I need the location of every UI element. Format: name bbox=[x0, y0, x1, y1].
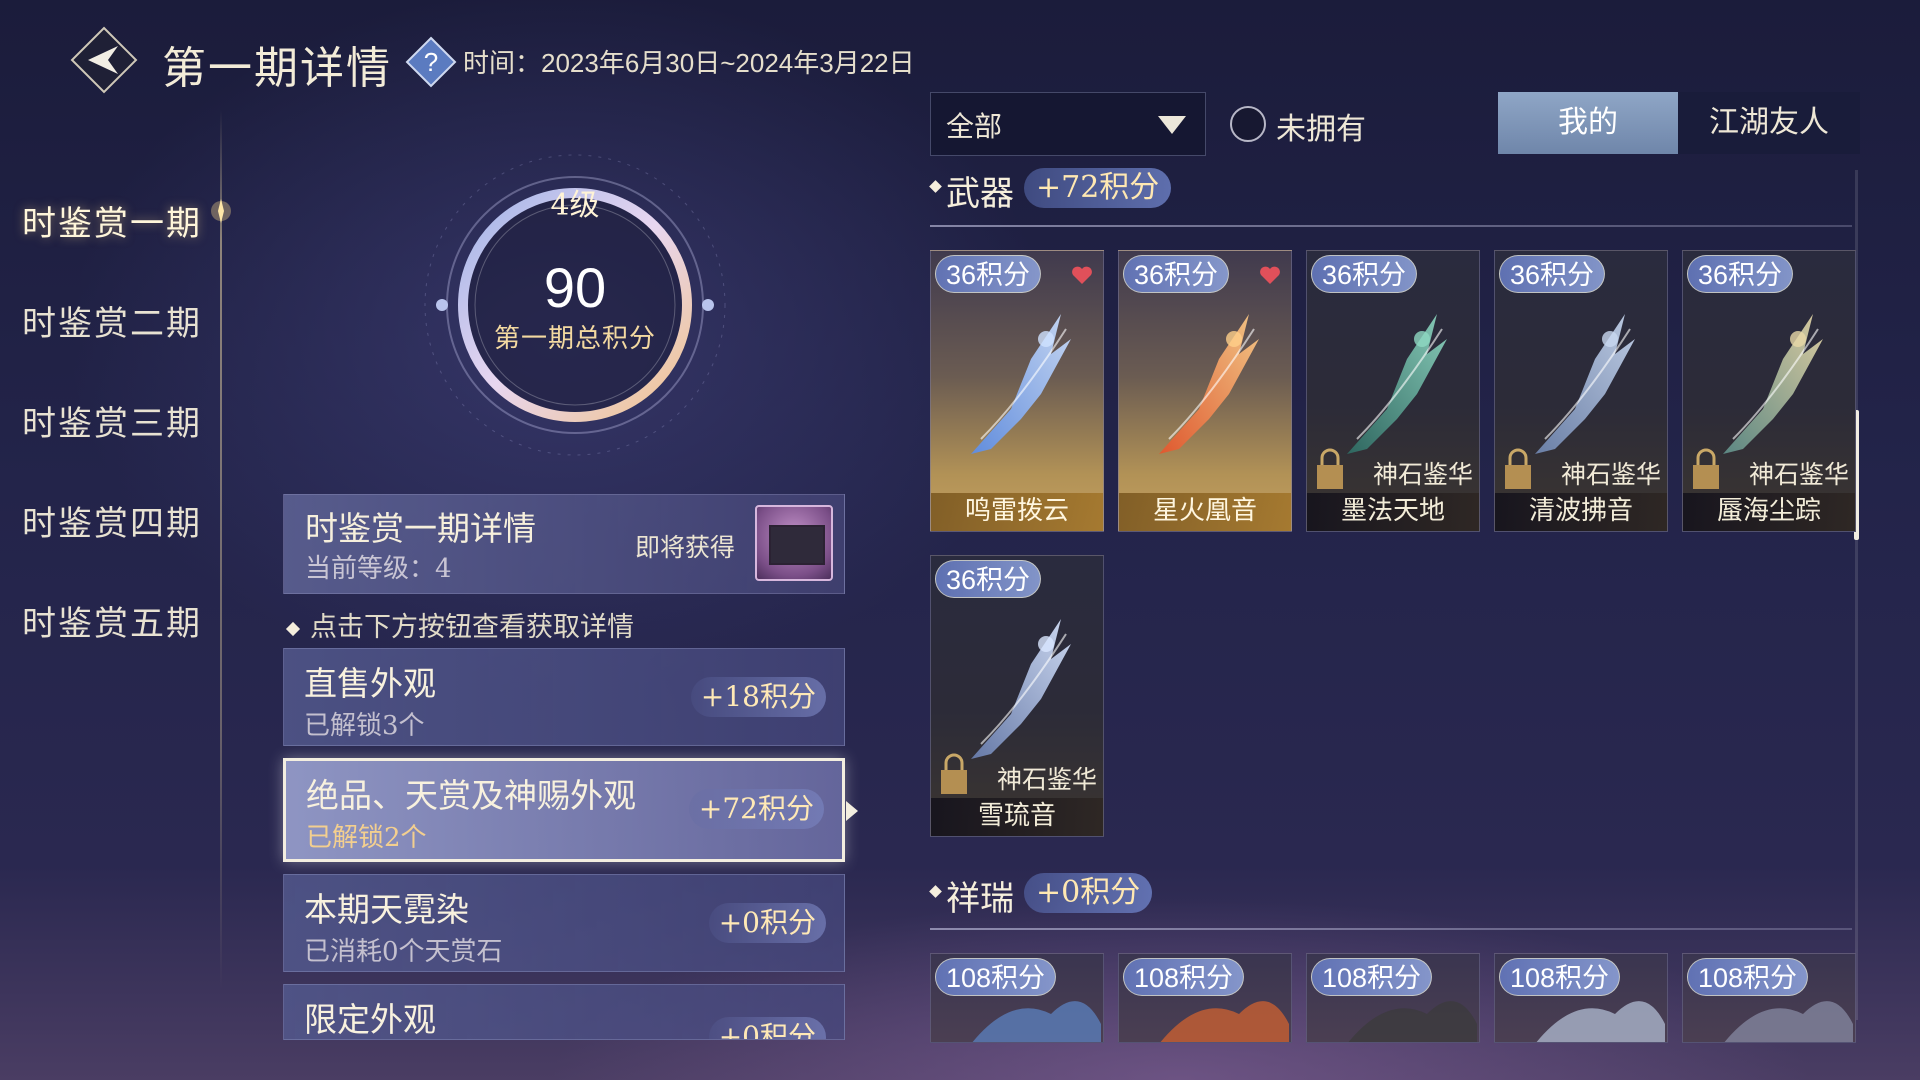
weapon-card[interactable]: 36积分星火凰音 bbox=[1118, 250, 1292, 532]
weapon-art-icon bbox=[971, 314, 1071, 454]
nav-item-period-1[interactable]: 时鉴赏一期 bbox=[22, 196, 202, 245]
unowned-radio[interactable] bbox=[1230, 106, 1266, 142]
upcoming-reward-thumbnail[interactable] bbox=[755, 505, 833, 581]
upcoming-reward-label: 即将获得 bbox=[635, 533, 736, 562]
category-limited[interactable]: 限定外观 +0积分 bbox=[283, 984, 845, 1040]
auspicious-card[interactable]: 108积分 bbox=[1682, 953, 1856, 1043]
category-points: +0积分 bbox=[708, 1017, 826, 1039]
back-arrow-icon bbox=[70, 26, 138, 94]
auspicious-card[interactable]: 108积分 bbox=[1118, 953, 1292, 1043]
hint-label: 点击下方按钮查看获取详情 bbox=[310, 612, 634, 643]
tab-friends[interactable]: 江湖友人 bbox=[1678, 92, 1860, 154]
heart-icon[interactable] bbox=[1071, 265, 1093, 285]
weapon-tag: 神石鉴华 bbox=[1748, 460, 1849, 489]
auspicious-points: 108积分 bbox=[935, 958, 1057, 996]
section-title-weapons: 武器 bbox=[946, 174, 1014, 214]
weapon-art-icon bbox=[971, 619, 1071, 759]
chevron-down-icon bbox=[1158, 116, 1186, 134]
active-marker-icon bbox=[211, 199, 231, 223]
nav-item-period-3[interactable]: 时鉴赏三期 bbox=[22, 396, 202, 445]
weapon-points: 36积分 bbox=[1123, 255, 1230, 293]
section-divider bbox=[930, 928, 1852, 930]
weapon-name: 星火凰音 bbox=[1119, 493, 1291, 531]
lock-icon bbox=[1693, 448, 1719, 489]
weapon-card[interactable]: 36积分鸣雷拨云 bbox=[930, 250, 1104, 532]
hint-diamond-icon bbox=[285, 621, 301, 636]
weapon-points: 36积分 bbox=[1687, 255, 1794, 293]
category-points: +72积分 bbox=[688, 789, 824, 829]
nav-divider bbox=[220, 110, 222, 990]
hint-text: 点击下方按钮查看获取详情 bbox=[285, 605, 634, 644]
auspicious-points: 108积分 bbox=[1687, 958, 1809, 996]
weapon-art-icon bbox=[1159, 314, 1259, 454]
svg-text:?: ? bbox=[424, 47, 438, 77]
detail-title: 时鉴赏一期详情 bbox=[305, 509, 536, 548]
current-level: 当前等级：4 bbox=[305, 554, 452, 584]
level-label: 4级 bbox=[550, 188, 600, 223]
category-premium[interactable]: 绝品、天赏及神赐外观 已解锁2个 +72积分 bbox=[283, 758, 845, 862]
weapon-card[interactable]: 36积分神石鉴华蜃海尘踪 bbox=[1682, 250, 1856, 532]
page-title: 第一期详情 bbox=[162, 43, 392, 94]
category-title: 限定外观 bbox=[304, 1000, 436, 1039]
weapon-tag: 神石鉴华 bbox=[1372, 460, 1473, 489]
section-title-auspicious: 祥瑞 bbox=[946, 879, 1014, 919]
unowned-label[interactable]: 未拥有 bbox=[1276, 104, 1366, 148]
nav-item-period-4[interactable]: 时鉴赏四期 bbox=[22, 496, 202, 545]
category-dye[interactable]: 本期天霓染 已消耗0个天赏石 +0积分 bbox=[283, 874, 845, 972]
category-sub: 已消耗0个天赏石 bbox=[304, 937, 503, 967]
nav-item-period-2[interactable]: 时鉴赏二期 bbox=[22, 296, 202, 345]
weapon-name: 墨法天地 bbox=[1307, 493, 1479, 531]
category-title: 绝品、天赏及神赐外观 bbox=[306, 776, 636, 815]
nav-item-period-5[interactable]: 时鉴赏五期 bbox=[22, 596, 202, 645]
section-points-weapons: +72积分 bbox=[1024, 168, 1172, 208]
auspicious-points: 108积分 bbox=[1499, 958, 1621, 996]
category-direct-sale[interactable]: 直售外观 已解锁3个 +18积分 bbox=[283, 648, 845, 746]
weapon-art-icon bbox=[1723, 314, 1823, 454]
weapon-name: 蜃海尘踪 bbox=[1683, 493, 1855, 531]
section-diamond-icon bbox=[929, 180, 942, 193]
section-divider bbox=[930, 225, 1852, 227]
weapon-points: 36积分 bbox=[935, 560, 1042, 598]
lock-icon bbox=[941, 753, 967, 794]
weapon-name: 雪琉音 bbox=[931, 798, 1103, 836]
category-points: +18积分 bbox=[690, 677, 826, 717]
weapon-points: 36积分 bbox=[935, 255, 1042, 293]
auspicious-card[interactable]: 108积分 bbox=[1306, 953, 1480, 1043]
category-sub: 已解锁3个 bbox=[304, 711, 425, 741]
weapon-name: 鸣雷拨云 bbox=[931, 493, 1103, 531]
category-points: +0积分 bbox=[708, 903, 826, 943]
weapon-points: 36积分 bbox=[1499, 255, 1606, 293]
weapon-card[interactable]: 36积分神石鉴华墨法天地 bbox=[1306, 250, 1480, 532]
weapon-art-icon bbox=[1347, 314, 1447, 454]
auspicious-points: 108积分 bbox=[1311, 958, 1433, 996]
category-title: 直售外观 bbox=[304, 664, 436, 703]
auspicious-card[interactable]: 108积分 bbox=[930, 953, 1104, 1043]
weapon-name: 清波拂音 bbox=[1495, 493, 1667, 531]
lock-icon bbox=[1317, 448, 1343, 489]
help-button[interactable]: ? bbox=[405, 36, 457, 88]
lock-icon bbox=[1505, 448, 1531, 489]
category-sub: 已解锁2个 bbox=[306, 823, 427, 853]
weapon-card[interactable]: 36积分神石鉴华清波拂音 bbox=[1494, 250, 1668, 532]
auspicious-card[interactable]: 108积分 bbox=[1494, 953, 1668, 1043]
period-text: 时间：2023年6月30日~2024年3月22日 bbox=[463, 48, 915, 78]
filter-selected: 全部 bbox=[946, 110, 1003, 143]
weapon-points: 36积分 bbox=[1311, 255, 1418, 293]
weapon-tag: 神石鉴华 bbox=[996, 765, 1097, 794]
weapon-art-icon bbox=[1535, 314, 1635, 454]
selected-arrow-icon bbox=[846, 801, 858, 821]
total-score: 90 bbox=[543, 256, 607, 319]
section-points-auspicious: +0积分 bbox=[1024, 873, 1153, 913]
weapon-tag: 神石鉴华 bbox=[1560, 460, 1661, 489]
tab-mine[interactable]: 我的 bbox=[1498, 92, 1678, 154]
heart-icon[interactable] bbox=[1259, 265, 1281, 285]
weapon-card[interactable]: 36积分神石鉴华雪琉音 bbox=[930, 555, 1104, 837]
total-score-label: 第一期总积分 bbox=[493, 324, 656, 354]
question-icon: ? bbox=[405, 36, 457, 88]
auspicious-points: 108积分 bbox=[1123, 958, 1245, 996]
back-button[interactable] bbox=[68, 24, 140, 96]
section-diamond-icon bbox=[929, 885, 942, 898]
category-title: 本期天霓染 bbox=[304, 890, 469, 929]
